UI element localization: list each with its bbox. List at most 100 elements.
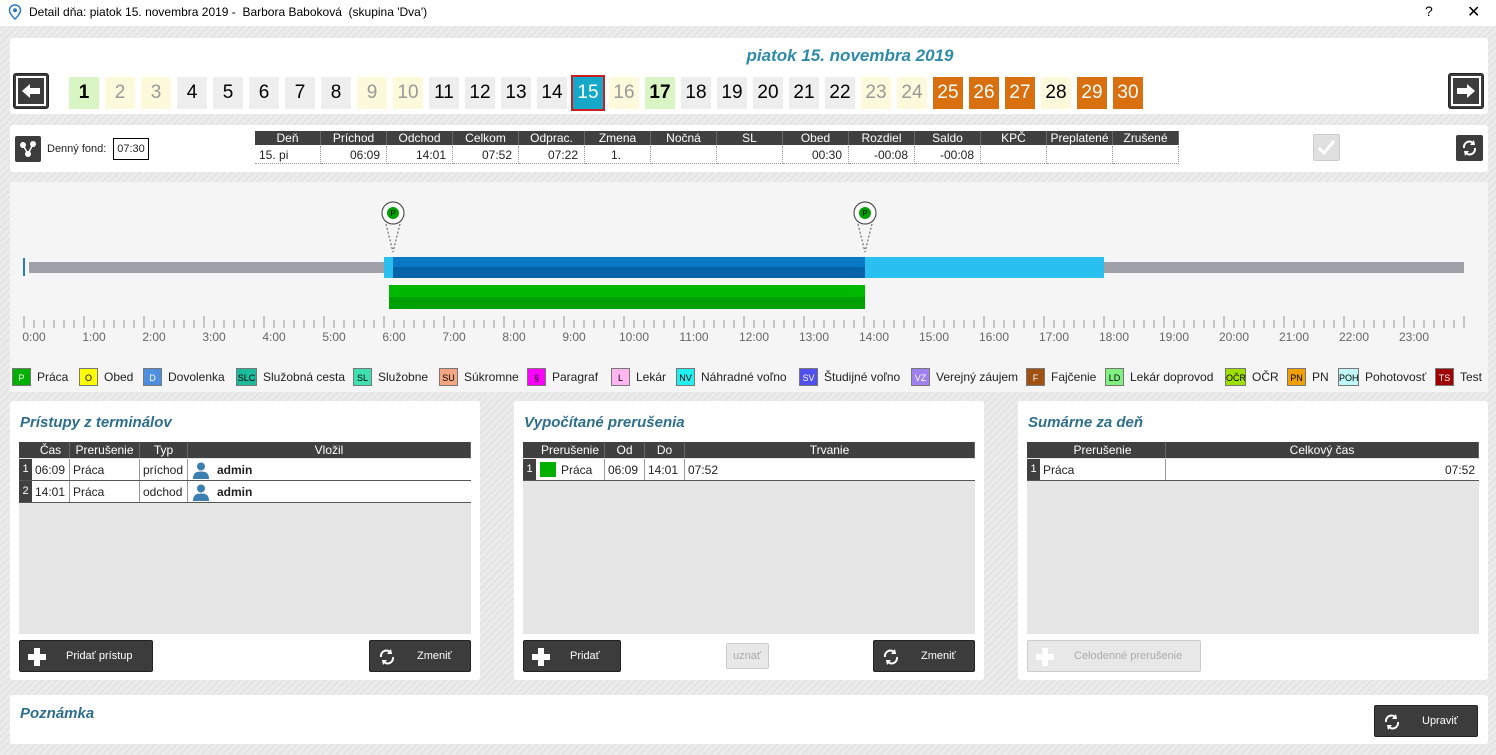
hour-label: 8:00 (502, 330, 526, 344)
stats-value-cell: 14:01 (387, 146, 453, 164)
access-dir-cell: príchod (140, 459, 188, 480)
legend-swatch: TS (1435, 368, 1454, 386)
day-4[interactable]: 4 (177, 77, 207, 109)
stats-header-cell: Preplatené (1047, 131, 1113, 145)
accept-button[interactable]: uznať (726, 643, 769, 669)
next-day-button[interactable] (1448, 73, 1484, 109)
change-access-button[interactable]: Zmeniť (369, 640, 471, 672)
access-marker-pin[interactable]: P (381, 201, 405, 253)
day-26[interactable]: 26 (969, 77, 999, 109)
day-18[interactable]: 18 (681, 77, 711, 109)
stats-value-cell: 06:09 (321, 146, 387, 164)
hour-label: 23:00 (1399, 330, 1429, 344)
column-header[interactable]: Vložil (188, 442, 471, 458)
add-access-button[interactable]: Pridať prístup (19, 640, 153, 672)
fund-input[interactable]: 07:30 (113, 138, 149, 160)
access-row[interactable]: 2 14:01 Práca odchod admin (19, 481, 471, 503)
day-10[interactable]: 10 (393, 77, 423, 109)
arrow-left-icon (16, 76, 46, 106)
stats-value-cell (981, 146, 1047, 164)
day-14[interactable]: 14 (537, 77, 567, 109)
day-12[interactable]: 12 (465, 77, 495, 109)
column-header[interactable]: Do (645, 442, 685, 458)
day-11[interactable]: 11 (429, 77, 459, 109)
edit-note-label: Upraviť (1422, 715, 1458, 727)
day-27[interactable]: 27 (1005, 77, 1035, 109)
column-header[interactable]: Čas (32, 442, 70, 458)
hour-label: 3:00 (202, 330, 226, 344)
day-8[interactable]: 8 (321, 77, 351, 109)
location-pin-icon (8, 4, 22, 20)
access-row[interactable]: 1 06:09 Práca príchod admin (19, 459, 471, 481)
day-3[interactable]: 3 (141, 77, 171, 109)
nodes-icon (20, 141, 36, 157)
structure-button[interactable] (15, 136, 41, 162)
access-panel: Prístupy z terminálov Čas Prerušenie Typ Vl… (10, 401, 480, 680)
day-7[interactable]: 7 (285, 77, 315, 109)
column-header[interactable]: Prerušenie (70, 442, 140, 458)
edit-note-button[interactable]: Upraviť (1374, 705, 1478, 737)
day-16[interactable]: 16 (609, 77, 639, 109)
access-by-cell: admin (188, 459, 471, 480)
row-number-header (1027, 442, 1040, 458)
stats-header-cell: Odprac. (519, 131, 585, 145)
day-24[interactable]: 24 (897, 77, 927, 109)
stats-value-cell: 07:52 (453, 146, 519, 164)
day-23[interactable]: 23 (861, 77, 891, 109)
column-header[interactable]: Od (605, 442, 645, 458)
stats-header-cell: Nočná (651, 131, 717, 145)
previous-day-button[interactable] (13, 73, 49, 109)
column-header[interactable]: Celkový čas (1166, 442, 1479, 458)
legend-label: Služobne (378, 370, 429, 384)
access-marker-pin[interactable]: P (853, 201, 877, 253)
day-22[interactable]: 22 (825, 77, 855, 109)
day-9[interactable]: 9 (357, 77, 387, 109)
day-30[interactable]: 30 (1113, 77, 1143, 109)
legend-swatch: § (527, 368, 546, 386)
day-15[interactable]: 15 (571, 75, 605, 111)
hour-label: 7:00 (442, 330, 466, 344)
hour-label: 15:00 (919, 330, 949, 344)
marker-letter: P (390, 209, 395, 218)
close-button[interactable]: ✕ (1467, 2, 1480, 22)
computed-title: Vypočítané prerušenia (524, 414, 685, 431)
day-20[interactable]: 20 (753, 77, 783, 109)
summary-row[interactable]: 1 Práca 07:52 (1027, 459, 1479, 481)
legend-swatch: L (611, 368, 630, 386)
day-21[interactable]: 21 (789, 77, 819, 109)
refresh-button[interactable] (1456, 135, 1483, 161)
help-button[interactable]: ? (1425, 3, 1433, 19)
column-header[interactable]: Typ (140, 442, 188, 458)
column-header[interactable]: Prerušenie (536, 442, 605, 458)
note-panel: Poznámka Upraviť (10, 695, 1488, 744)
stats-value-cell: -00:08 (849, 146, 915, 164)
row-number-header (523, 442, 536, 458)
stats-header-cell: Odchod (387, 131, 453, 145)
day-2[interactable]: 2 (105, 77, 135, 109)
day-1[interactable]: 1 (69, 77, 99, 109)
marker-letter: P (862, 209, 867, 218)
column-header[interactable]: Trvanie (685, 442, 975, 458)
computed-row[interactable]: 1 Práca 06:09 14:01 07:52 (523, 459, 975, 481)
day-6[interactable]: 6 (249, 77, 279, 109)
day-28[interactable]: 28 (1041, 77, 1071, 109)
day-29[interactable]: 29 (1077, 77, 1107, 109)
column-header[interactable]: Prerušenie (1040, 442, 1166, 458)
add-interruption-button[interactable]: Pridať (523, 640, 621, 672)
legend-swatch: P (12, 368, 31, 386)
summary-title: Sumárne za deň (1028, 414, 1144, 431)
computed-from-cell: 06:09 (605, 459, 645, 480)
computed-to-cell: 14:01 (645, 459, 685, 480)
all-day-interruption-button[interactable]: Celodenné prerušenie (1027, 640, 1201, 672)
legend-swatch: SL (353, 368, 372, 386)
timeline-start-marker (23, 258, 25, 276)
legend-label: PN (1312, 370, 1329, 384)
day-17[interactable]: 17 (645, 77, 675, 109)
day-5[interactable]: 5 (213, 77, 243, 109)
day-25[interactable]: 25 (933, 77, 963, 109)
day-19[interactable]: 19 (717, 77, 747, 109)
confirm-button[interactable] (1313, 134, 1340, 161)
stats-value-cell: 1. (585, 146, 651, 164)
change-interruption-button[interactable]: Zmeniť (873, 640, 975, 672)
day-13[interactable]: 13 (501, 77, 531, 109)
